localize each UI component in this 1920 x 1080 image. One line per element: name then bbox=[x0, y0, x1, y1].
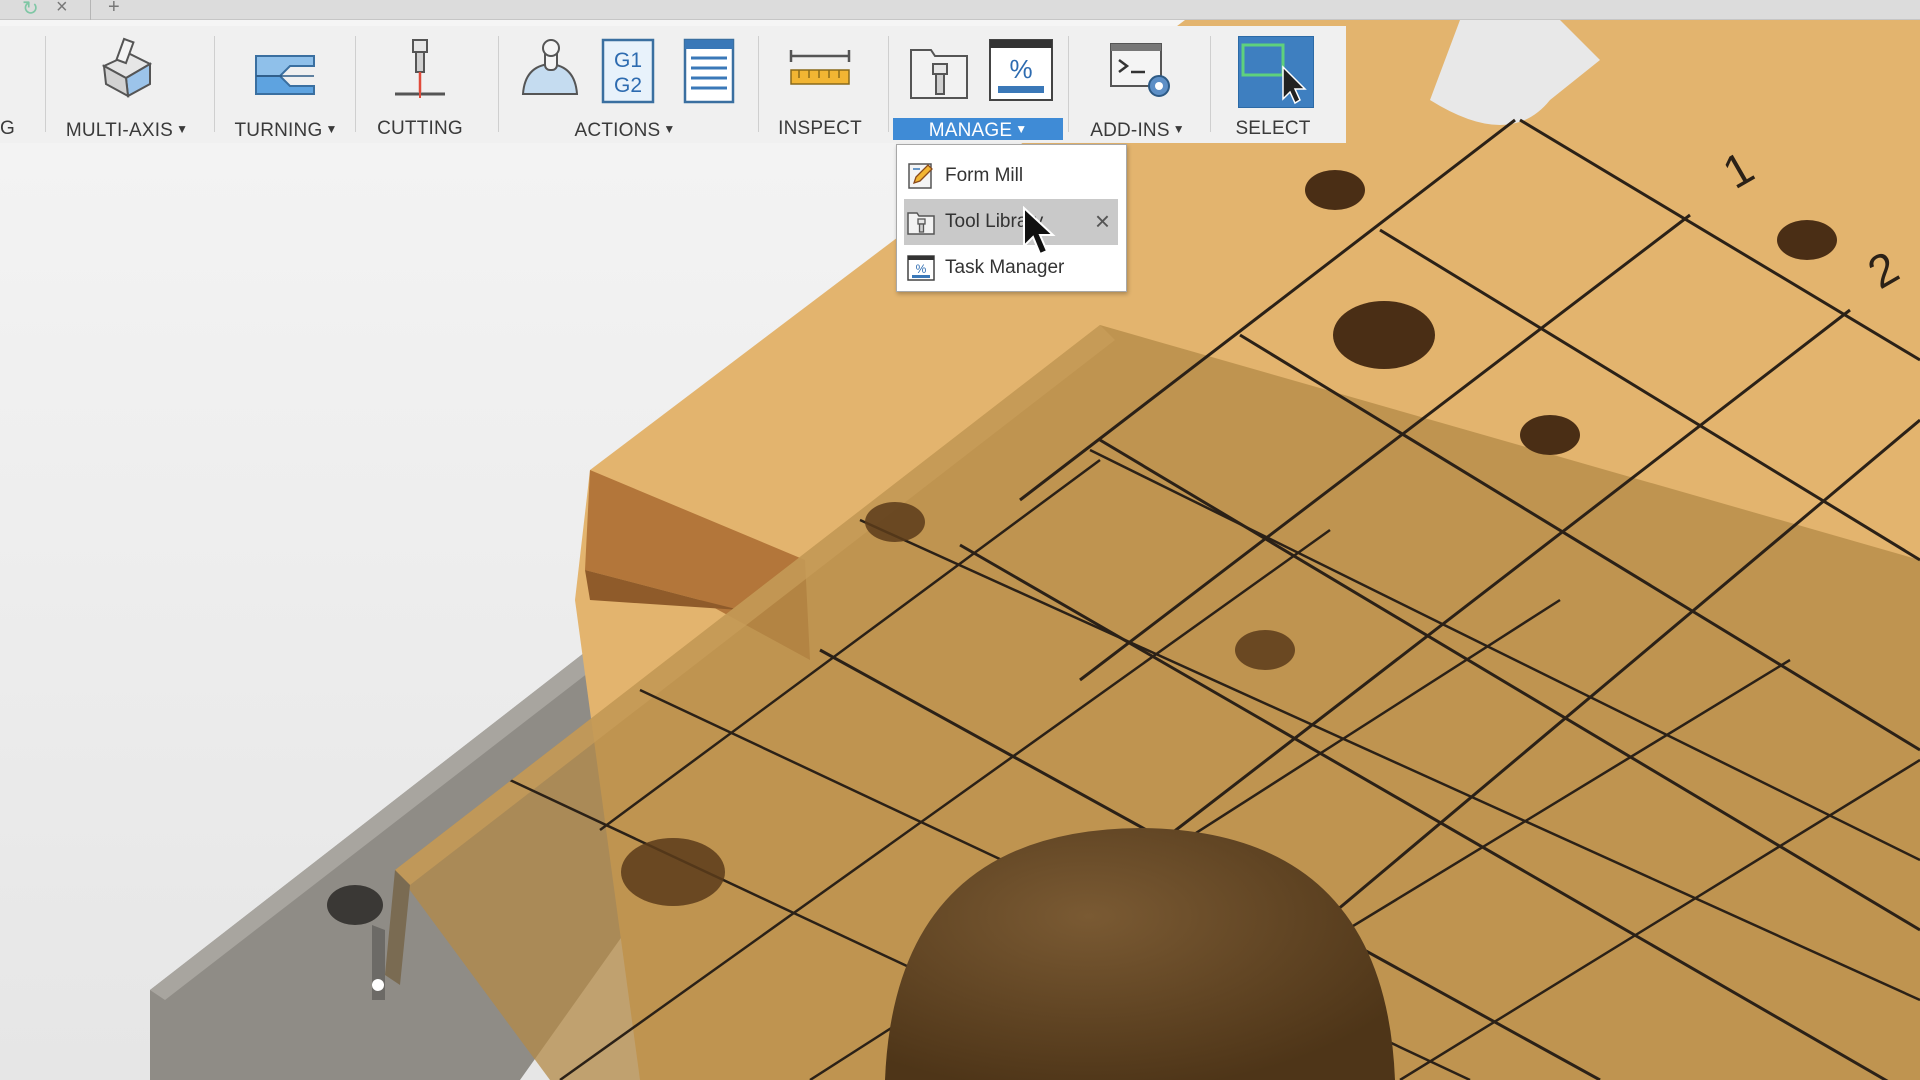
measure-icon[interactable] bbox=[785, 36, 855, 106]
manage-dropdown-menu: Form Mill Tool Library × % Task Manager bbox=[896, 144, 1127, 292]
inspect-label: INSPECT bbox=[778, 118, 862, 139]
fixture-hole bbox=[327, 885, 383, 925]
mouse-cursor-icon bbox=[1023, 206, 1056, 256]
task-manager-label: Task Manager bbox=[945, 257, 1065, 278]
task-manager-icon: % bbox=[907, 255, 935, 281]
add-icon[interactable]: + bbox=[108, 0, 120, 19]
actions-label: ACTIONS bbox=[574, 120, 661, 141]
close-icon[interactable]: × bbox=[1095, 208, 1110, 234]
toolbar-group-actions[interactable]: G1 G2 ACTIONS ▼ bbox=[510, 26, 740, 143]
select-label: SELECT bbox=[1235, 118, 1311, 139]
toolbar-group-cutting[interactable]: CUTTING bbox=[370, 26, 470, 143]
toolbar-group-multi-axis[interactable]: MULTI-AXIS ▼ bbox=[62, 26, 192, 143]
turning-label: TURNING bbox=[234, 120, 323, 141]
toolbar-group-add-ins[interactable]: ADD-INS ▼ bbox=[1080, 26, 1195, 143]
percent-symbol: % bbox=[1009, 54, 1032, 84]
form-mill-label: Form Mill bbox=[945, 165, 1024, 186]
chevron-down-icon: ▼ bbox=[1172, 122, 1185, 136]
svg-text:%: % bbox=[916, 262, 927, 276]
cutting-label: CUTTING bbox=[377, 118, 463, 139]
toolbar-group-partial[interactable]: G bbox=[0, 26, 15, 143]
chevron-down-icon: ▼ bbox=[1015, 122, 1028, 136]
form-mill-icon bbox=[908, 163, 933, 189]
post-process-icon[interactable]: G1 G2 bbox=[595, 36, 665, 106]
manufacture-toolbar: G MULTI-AXIS ▼ TURNING ▼ CUTTING G1 G2 A… bbox=[0, 26, 1346, 143]
chevron-down-icon: ▼ bbox=[663, 122, 676, 136]
chevron-down-icon: ▼ bbox=[325, 122, 338, 136]
g1-text: G1 bbox=[614, 49, 642, 72]
cutting-icon[interactable] bbox=[385, 36, 455, 106]
menu-item-task-manager[interactable]: % Task Manager bbox=[904, 245, 1118, 291]
tool-library-icon bbox=[907, 212, 935, 235]
toolbar-group-label: G bbox=[0, 118, 15, 139]
chevron-down-icon: ▼ bbox=[176, 122, 189, 136]
task-manager-icon[interactable]: % bbox=[986, 36, 1056, 106]
scripts-addins-icon[interactable] bbox=[1107, 36, 1177, 106]
document-tab-strip: ↻ × + bbox=[0, 0, 1920, 20]
simulate-icon[interactable] bbox=[515, 36, 585, 106]
manage-label: MANAGE bbox=[928, 120, 1013, 141]
menu-item-tool-library[interactable]: Tool Library × bbox=[904, 199, 1118, 245]
add-ins-label: ADD-INS bbox=[1090, 120, 1170, 141]
tool-library-icon[interactable] bbox=[905, 36, 975, 106]
toolbar-group-select[interactable]: SELECT bbox=[1218, 26, 1328, 143]
setup-sheet-icon[interactable] bbox=[675, 36, 745, 106]
multi-axis-label: MULTI-AXIS bbox=[65, 120, 174, 141]
close-icon[interactable]: × bbox=[56, 0, 68, 19]
toolbar-group-manage[interactable]: % MANAGE ▼ bbox=[893, 26, 1063, 143]
multi-axis-icon[interactable] bbox=[92, 36, 162, 106]
toolbar-group-inspect[interactable]: INSPECT bbox=[770, 26, 870, 143]
partial-icon bbox=[0, 26, 8, 96]
refresh-icon[interactable]: ↻ bbox=[22, 0, 39, 21]
g2-text: G2 bbox=[614, 74, 642, 97]
turning-icon[interactable] bbox=[250, 36, 320, 106]
toolbar-group-turning[interactable]: TURNING ▼ bbox=[228, 26, 344, 143]
menu-item-form-mill[interactable]: Form Mill bbox=[904, 153, 1118, 199]
select-icon[interactable] bbox=[1238, 36, 1314, 108]
